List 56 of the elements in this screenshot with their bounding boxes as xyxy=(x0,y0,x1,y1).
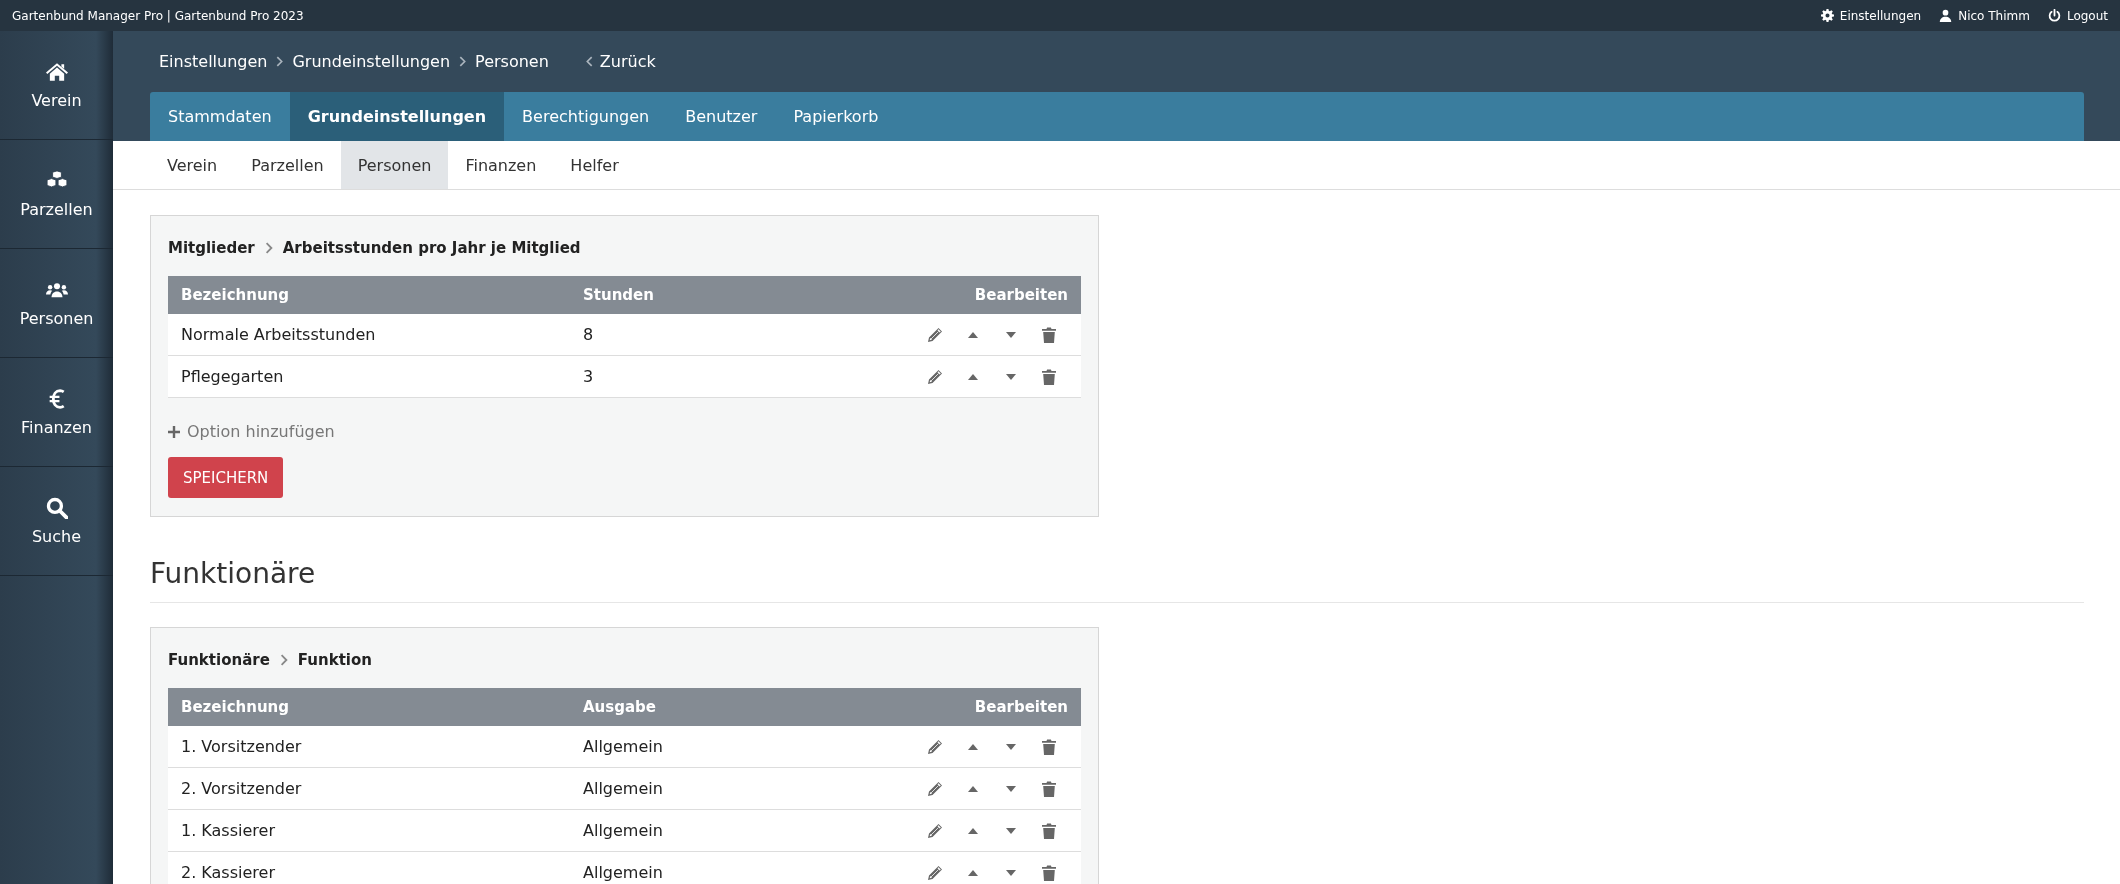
chevron-right-icon xyxy=(276,56,284,67)
chevron-right-icon xyxy=(279,654,288,666)
column-header: Bezeichnung xyxy=(181,698,290,716)
chevron-right-icon xyxy=(459,56,467,67)
tab[interactable]: Benutzer xyxy=(667,92,776,141)
table-cell-text: Normale Arbeitsstunden xyxy=(181,325,377,344)
table-cell-text: Allgemein xyxy=(583,821,664,840)
column-header: Bezeichnung xyxy=(181,286,290,304)
back-link[interactable]: Zurück xyxy=(585,52,656,71)
column-header: Stunden xyxy=(583,286,655,304)
subtab[interactable]: Helfer xyxy=(553,141,636,189)
subtab[interactable]: Finanzen xyxy=(448,141,554,189)
sidebar-item[interactable]: Personen xyxy=(0,249,113,358)
app-title: Gartenbund Manager Pro | Gartenbund Pro 2023 xyxy=(12,8,304,23)
section-heading: Funktionäre xyxy=(150,557,2084,603)
top-bar-link[interactable]: Logout xyxy=(2047,8,2108,23)
table-cell-text: 1. Vorsitzender xyxy=(181,737,303,756)
tab[interactable]: Berechtigungen xyxy=(504,92,668,141)
subtab[interactable]: Personen xyxy=(340,141,449,189)
table-cell-text: Allgemein xyxy=(583,779,664,798)
plus-icon xyxy=(168,425,180,438)
top-bar-link[interactable]: Einstellungen xyxy=(1820,8,1922,23)
user-icon xyxy=(1939,9,1953,22)
table-cell-text: Allgemein xyxy=(583,863,664,882)
table-cell-text: Allgemein xyxy=(583,737,664,756)
top-bar-link[interactable]: Nico Thimm xyxy=(1939,8,2030,23)
table-cell-text: 8 xyxy=(583,325,595,344)
breadcrumb-link[interactable]: Grundeinstellungen xyxy=(292,52,451,71)
card-title: Funktion xyxy=(297,651,372,669)
table-cell-text: Pflegegarten xyxy=(181,367,285,386)
tab[interactable]: Grundeinstellungen xyxy=(289,92,505,141)
column-header: Bearbeiten xyxy=(973,286,1068,304)
tab[interactable]: Papierkorb xyxy=(775,92,897,141)
breadcrumb-link[interactable]: Einstellungen xyxy=(159,52,268,71)
card-title: Funktionäre xyxy=(168,651,270,669)
power-icon xyxy=(2047,9,2061,22)
subtab[interactable]: Verein xyxy=(150,141,235,189)
table-cell-text: 2. Kassierer xyxy=(181,863,276,882)
table-cell-text: 1. Kassierer xyxy=(181,821,276,840)
gear-icon xyxy=(1820,9,1834,22)
table-cell-text: 2. Vorsitzender xyxy=(181,779,303,798)
card-title: Arbeitsstunden pro Jahr je Mitglied xyxy=(282,239,581,257)
save-button[interactable]: SPEICHERN xyxy=(168,457,284,498)
column-header: Ausgabe xyxy=(583,698,657,716)
sidebar-item[interactable]: Finanzen xyxy=(0,358,113,467)
chevron-left-icon xyxy=(585,56,593,67)
add-option-link[interactable]: Option hinzufügen xyxy=(168,422,1081,441)
table-cell-text: 3 xyxy=(583,367,595,386)
chevron-right-icon xyxy=(264,242,273,254)
column-header: Bearbeiten xyxy=(973,698,1068,716)
tab[interactable]: Stammdaten xyxy=(150,92,290,141)
breadcrumb-link[interactable]: Personen xyxy=(475,52,549,71)
search-icon xyxy=(45,496,68,519)
card-title: Mitglieder xyxy=(168,239,255,257)
sidebar-item[interactable]: Suche xyxy=(0,467,113,576)
subtab[interactable]: Parzellen xyxy=(234,141,341,189)
